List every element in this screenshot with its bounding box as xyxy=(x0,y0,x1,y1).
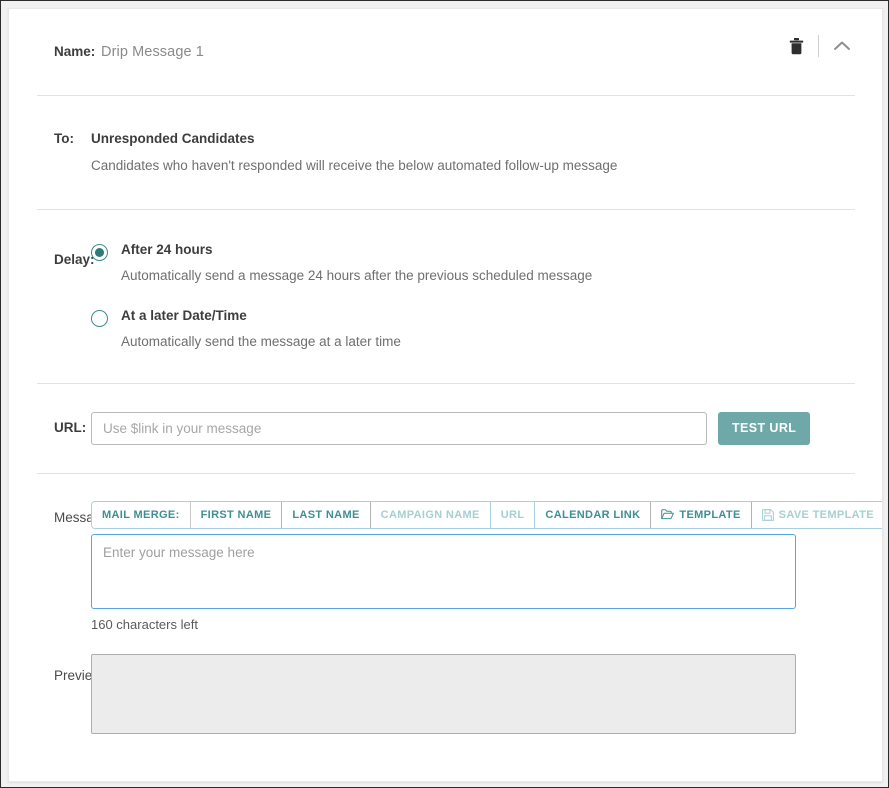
drip-message-card: Name: Drip Message 1 To: Unresponded Can… xyxy=(8,8,883,782)
to-recipient-description: Candidates who haven't responded will re… xyxy=(91,157,618,173)
header-actions xyxy=(785,35,855,57)
merge-last-name-button[interactable]: LAST NAME xyxy=(282,501,371,528)
floppy-save-icon xyxy=(761,508,774,521)
drip-message-editor-window: Name: Drip Message 1 To: Unresponded Can… xyxy=(0,0,889,788)
mail-merge-label: MAIL MERGE: xyxy=(92,501,191,528)
url-field: TEST URL xyxy=(91,411,882,445)
delay-options: After 24 hours Automatically send a mess… xyxy=(91,242,882,351)
url-label: URL: xyxy=(54,419,87,435)
load-template-label: TEMPLATE xyxy=(679,508,741,521)
delay-option-description: Automatically send the message at a late… xyxy=(121,334,401,350)
test-url-button[interactable]: TEST URL xyxy=(718,411,811,445)
collapse-section-button[interactable] xyxy=(829,37,855,55)
radio-after-24-hours[interactable] xyxy=(91,243,108,261)
name-label: Name: xyxy=(54,43,96,59)
merge-campaign-name-button[interactable]: CAMPAIGN NAME xyxy=(370,501,491,528)
character-counter: 160 characters left xyxy=(91,616,198,632)
trash-icon xyxy=(789,37,804,55)
delay-option-after-24-hours[interactable]: After 24 hours Automatically send a mess… xyxy=(91,242,882,284)
folder-open-icon xyxy=(661,509,675,520)
to-row: To: Unresponded Candidates Candidates wh… xyxy=(9,96,882,209)
delay-option-title: After 24 hours xyxy=(121,241,213,257)
name-value-field: Drip Message 1 xyxy=(91,43,882,61)
name-value[interactable]: Drip Message 1 xyxy=(91,44,204,60)
save-template-button[interactable]: SAVE TEMPLATE xyxy=(751,501,882,528)
delay-option-later-datetime[interactable]: At a later Date/Time Automatically send … xyxy=(91,308,882,350)
preview-field xyxy=(91,653,882,734)
preview-row: Preview xyxy=(9,632,882,734)
merge-first-name-button[interactable]: FIRST NAME xyxy=(190,501,283,528)
message-textarea[interactable] xyxy=(91,533,796,609)
to-field: Unresponded Candidates Candidates who ha… xyxy=(91,131,882,175)
url-input[interactable] xyxy=(91,411,707,445)
chevron-up-icon xyxy=(833,39,851,53)
radio-later-datetime[interactable] xyxy=(91,310,108,328)
save-template-label: SAVE TEMPLATE xyxy=(778,508,874,521)
delay-row: Delay: After 24 hours Automatically send… xyxy=(9,210,882,383)
merge-calendar-link-button[interactable]: CALENDAR LINK xyxy=(535,501,652,528)
message-row: Message MAIL MERGE: FIRST NAME LAST NAME… xyxy=(9,474,882,632)
url-row: URL: TEST URL xyxy=(9,384,882,473)
merge-url-button[interactable]: URL xyxy=(490,501,536,528)
mail-merge-toolbar: MAIL MERGE: FIRST NAME LAST NAME CAMPAIG… xyxy=(91,500,882,529)
message-label: Message xyxy=(54,509,109,525)
delay-option-title: At a later Date/Time xyxy=(121,308,247,324)
name-row: Name: Drip Message 1 xyxy=(9,9,882,95)
message-field: MAIL MERGE: FIRST NAME LAST NAME CAMPAIG… xyxy=(91,500,882,632)
delay-option-description: Automatically send a message 24 hours af… xyxy=(121,267,593,283)
to-label: To: xyxy=(54,131,74,146)
header-divider xyxy=(818,35,819,57)
to-recipient-title: Unresponded Candidates xyxy=(91,131,255,146)
preview-label: Preview xyxy=(54,667,103,683)
delete-message-button[interactable] xyxy=(785,36,808,57)
delay-label: Delay: xyxy=(54,251,95,267)
load-template-button[interactable]: TEMPLATE xyxy=(651,501,752,528)
preview-box xyxy=(91,653,796,734)
